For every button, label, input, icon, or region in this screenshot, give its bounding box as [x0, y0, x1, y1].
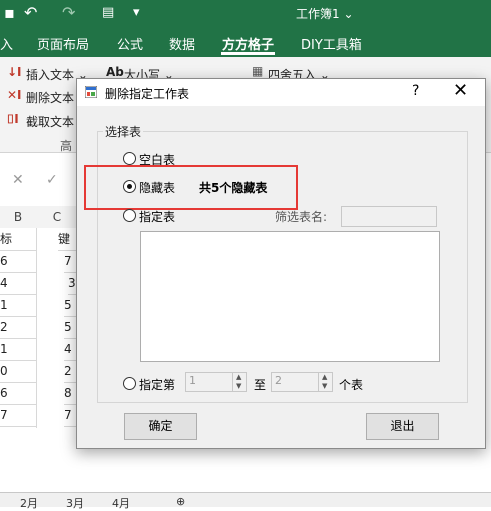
dialog-title-bar[interactable]: 删除指定工作表 ? ✕: [77, 79, 485, 106]
filter-label: 筛选表名:: [275, 210, 328, 224]
active-tab-indicator: [221, 52, 275, 55]
range-mid-label: 至: [254, 378, 267, 392]
specified-sheets-label[interactable]: 指定表: [139, 208, 175, 225]
filter-input[interactable]: [341, 206, 437, 227]
title-bar: ▪ ↶ ↷ ▤ ▾ 工作簿1 ⌄: [0, 0, 491, 27]
cell-c1[interactable]: 键: [58, 229, 78, 251]
redo-icon[interactable]: ↷: [62, 3, 75, 22]
cell-b3[interactable]: 4: [0, 273, 36, 295]
confirm-icon[interactable]: ✓: [46, 172, 58, 188]
range-prefix-label[interactable]: 指定第: [139, 376, 175, 393]
extract-text-icon: ⌷I: [7, 112, 19, 126]
stepper-down-icon[interactable]: ▼: [236, 382, 241, 390]
range-from-value: 1: [189, 374, 196, 387]
sheet-tab-mar[interactable]: 3月: [66, 495, 84, 511]
round-icon: ▦: [252, 64, 264, 78]
dialog-title: 删除指定工作表: [105, 87, 190, 101]
customize-qa-icon[interactable]: ▾: [133, 5, 140, 20]
insert-text-icon: ↓I: [7, 65, 22, 79]
delete-sheets-dialog: 删除指定工作表 ? ✕ 选择表 空白表 隐藏表 共5个隐藏表 指定表 筛选表名:…: [76, 78, 486, 449]
cell-b5[interactable]: 2: [0, 317, 36, 339]
case-icon: Ab: [106, 65, 124, 79]
stepper-up-icon[interactable]: ▲: [322, 373, 327, 381]
cell-b4[interactable]: 1: [0, 295, 36, 317]
range-suffix-label: 个表: [339, 378, 364, 392]
sheet-tabs: 2月 3月 4月 ⊕: [0, 492, 491, 510]
column-header-c[interactable]: C: [36, 206, 78, 228]
range-radio[interactable]: [123, 377, 136, 390]
sheet-tab-feb[interactable]: 2月: [20, 495, 38, 511]
cell-b2[interactable]: 6: [0, 251, 36, 273]
gridline: [36, 228, 37, 428]
help-button[interactable]: ?: [412, 83, 419, 99]
cell-b9[interactable]: 7: [0, 405, 36, 427]
cell-b1[interactable]: 标: [0, 229, 36, 251]
cell-b7[interactable]: 0: [0, 361, 36, 383]
range-to-value: 2: [275, 374, 282, 387]
window-title: 工作簿1 ⌄: [296, 7, 354, 21]
sheet-tab-apr[interactable]: 4月: [112, 495, 130, 511]
cell-b6[interactable]: 1: [0, 339, 36, 361]
tab-data[interactable]: 数据: [169, 34, 195, 53]
blank-sheets-radio[interactable]: [123, 152, 136, 165]
range-to-stepper[interactable]: 2 ▲ ▼: [271, 372, 333, 392]
group-label: 选择表: [103, 123, 144, 140]
ok-button[interactable]: 确定: [124, 413, 197, 440]
column-header-b[interactable]: B: [0, 206, 36, 228]
delete-text-icon: ✕I: [7, 88, 22, 102]
clipboard-icon[interactable]: ▤: [102, 5, 114, 20]
tab-page-layout[interactable]: 页面布局: [37, 34, 89, 53]
highlight-box: [84, 165, 298, 210]
tab-diy-toolbox[interactable]: DIY工具箱: [301, 34, 362, 53]
add-sheet-icon[interactable]: ⊕: [176, 495, 185, 508]
undo-icon[interactable]: ↶: [24, 3, 37, 22]
tab-fangfang[interactable]: 方方格子: [222, 34, 274, 53]
ribbon-group-label: 高: [60, 139, 73, 153]
cell-b8[interactable]: 6: [0, 383, 36, 405]
save-icon[interactable]: ▪: [4, 3, 15, 22]
tab-insert[interactable]: 入: [0, 34, 13, 53]
stepper-down-icon[interactable]: ▼: [322, 382, 327, 390]
range-from-stepper[interactable]: 1 ▲ ▼: [185, 372, 247, 392]
extract-text-button[interactable]: 截取文本: [26, 113, 74, 130]
sheet-list[interactable]: [140, 231, 440, 362]
cancel-icon[interactable]: ✕: [12, 172, 24, 188]
tab-formulas[interactable]: 公式: [117, 34, 143, 53]
stepper-up-icon[interactable]: ▲: [236, 373, 241, 381]
exit-button[interactable]: 退出: [366, 413, 439, 440]
app-icon: [85, 86, 97, 98]
close-button[interactable]: ✕: [453, 80, 468, 101]
specified-sheets-radio[interactable]: [123, 209, 136, 222]
delete-text-button[interactable]: 删除文本: [26, 89, 74, 106]
ribbon-tabs: 入 页面布局 公式 数据 方方格子 DIY工具箱: [0, 27, 491, 57]
